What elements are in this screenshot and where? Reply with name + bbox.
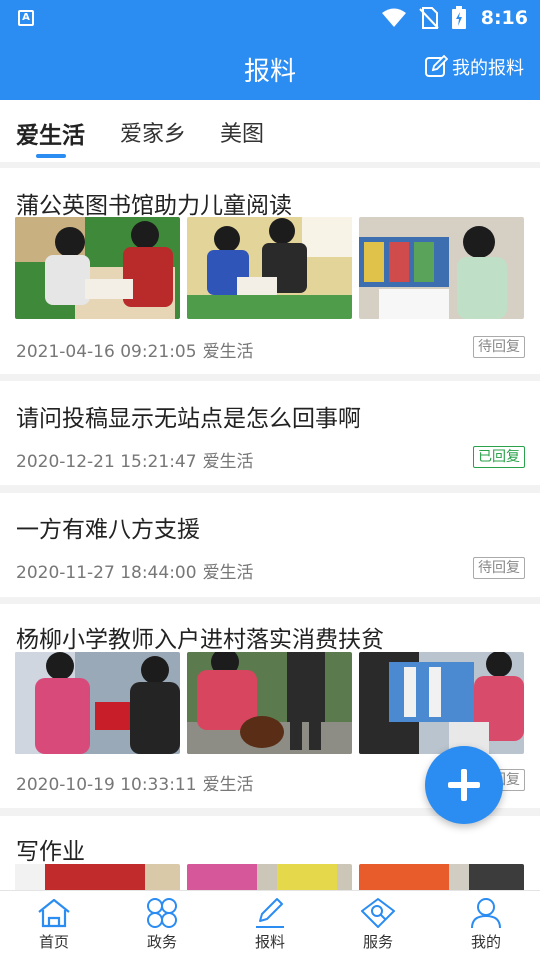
post-card[interactable]: 写作业 [0, 816, 540, 890]
tab-pictures[interactable]: 美图 [220, 116, 264, 148]
app-header: 报料 我的报料 [0, 36, 540, 100]
post-title: 请问投稿显示无站点是怎么回事啊 [16, 406, 361, 432]
post-category: 爱生活 [202, 342, 254, 362]
my-report-label: 我的报料 [452, 58, 524, 79]
post-image[interactable] [187, 652, 352, 754]
post-image[interactable] [187, 217, 352, 319]
nav-report[interactable]: 报料 [230, 897, 310, 952]
nav-government-label: 政务 [146, 933, 177, 951]
post-image[interactable] [359, 217, 524, 319]
user-icon [471, 898, 501, 929]
nav-profile[interactable]: 我的 [446, 897, 526, 952]
battery-charging-icon [451, 6, 466, 29]
nav-home[interactable]: 首页 [14, 897, 94, 952]
home-icon [38, 898, 70, 928]
post-meta: 2021-04-16 09:21:05 爱生活 [16, 337, 254, 362]
post-category: 爱生活 [202, 452, 254, 472]
category-tabs: 爱生活 爱家乡 美图 [0, 100, 540, 162]
post-date: 2020-12-21 15:21:47 [16, 452, 197, 472]
post-card[interactable]: 一方有难八方支援 2020-11-27 18:44:00 爱生活 待回复 [0, 493, 540, 597]
nav-government[interactable]: 政务 [122, 897, 202, 952]
tab-love-hometown[interactable]: 爱家乡 [120, 116, 186, 148]
status-bar: A 8:16 [0, 0, 540, 36]
post-title: 一方有难八方支援 [16, 517, 200, 543]
nav-profile-label: 我的 [470, 933, 501, 951]
post-meta: 2020-11-27 18:44:00 爱生活 [16, 558, 254, 583]
bottom-nav: 首页 政务 报料 服务 我的 [0, 890, 540, 960]
post-card[interactable]: 蒲公英图书馆助力儿童阅读 2021-04-16 09:21:05 爱生活 待回复 [0, 168, 540, 374]
status-badge: 已回复 [473, 446, 525, 468]
status-badge: 待回复 [473, 557, 525, 579]
post-images [15, 217, 524, 319]
pencil-icon [256, 898, 284, 928]
active-tab-indicator [36, 154, 66, 158]
clover-icon [147, 898, 177, 928]
wifi-icon [381, 8, 406, 27]
post-image[interactable] [187, 864, 352, 890]
post-images [15, 864, 524, 890]
no-sim-icon [419, 7, 439, 29]
post-date: 2020-10-19 10:33:11 [16, 775, 197, 795]
nav-report-label: 报料 [254, 933, 285, 951]
post-date: 2020-11-27 18:44:00 [16, 563, 197, 583]
my-report-button[interactable]: 我的报料 [424, 54, 524, 80]
post-image[interactable] [15, 864, 180, 890]
status-icons: 8:16 [381, 6, 528, 30]
app-notification-icon: A [18, 10, 34, 26]
post-image[interactable] [15, 652, 180, 754]
post-date: 2021-04-16 09:21:05 [16, 342, 197, 362]
post-meta: 2020-10-19 10:33:11 爱生活 [16, 770, 254, 795]
post-meta: 2020-12-21 15:21:47 爱生活 [16, 447, 254, 472]
post-image[interactable] [359, 652, 524, 754]
tab-love-life[interactable]: 爱生活 [16, 116, 85, 150]
post-card[interactable]: 请问投稿显示无站点是怎么回事啊 2020-12-21 15:21:47 爱生活 已… [0, 381, 540, 485]
edit-icon [425, 55, 448, 77]
post-images [15, 652, 524, 754]
service-icon [361, 898, 395, 928]
post-category: 爱生活 [202, 563, 254, 583]
clock: 8:16 [480, 7, 528, 29]
nav-home-label: 首页 [38, 933, 69, 951]
new-report-fab[interactable] [425, 746, 503, 824]
nav-service-label: 服务 [362, 933, 393, 951]
post-image[interactable] [359, 864, 524, 890]
post-title: 杨柳小学教师入户进村落实消费扶贫 [16, 627, 384, 653]
post-image[interactable] [15, 217, 180, 319]
post-category: 爱生活 [202, 775, 254, 795]
status-badge: 待回复 [473, 336, 525, 358]
post-title: 蒲公英图书馆助力儿童阅读 [16, 193, 292, 219]
plus-icon [461, 769, 467, 801]
post-title: 写作业 [16, 839, 85, 865]
nav-service[interactable]: 服务 [338, 897, 418, 952]
